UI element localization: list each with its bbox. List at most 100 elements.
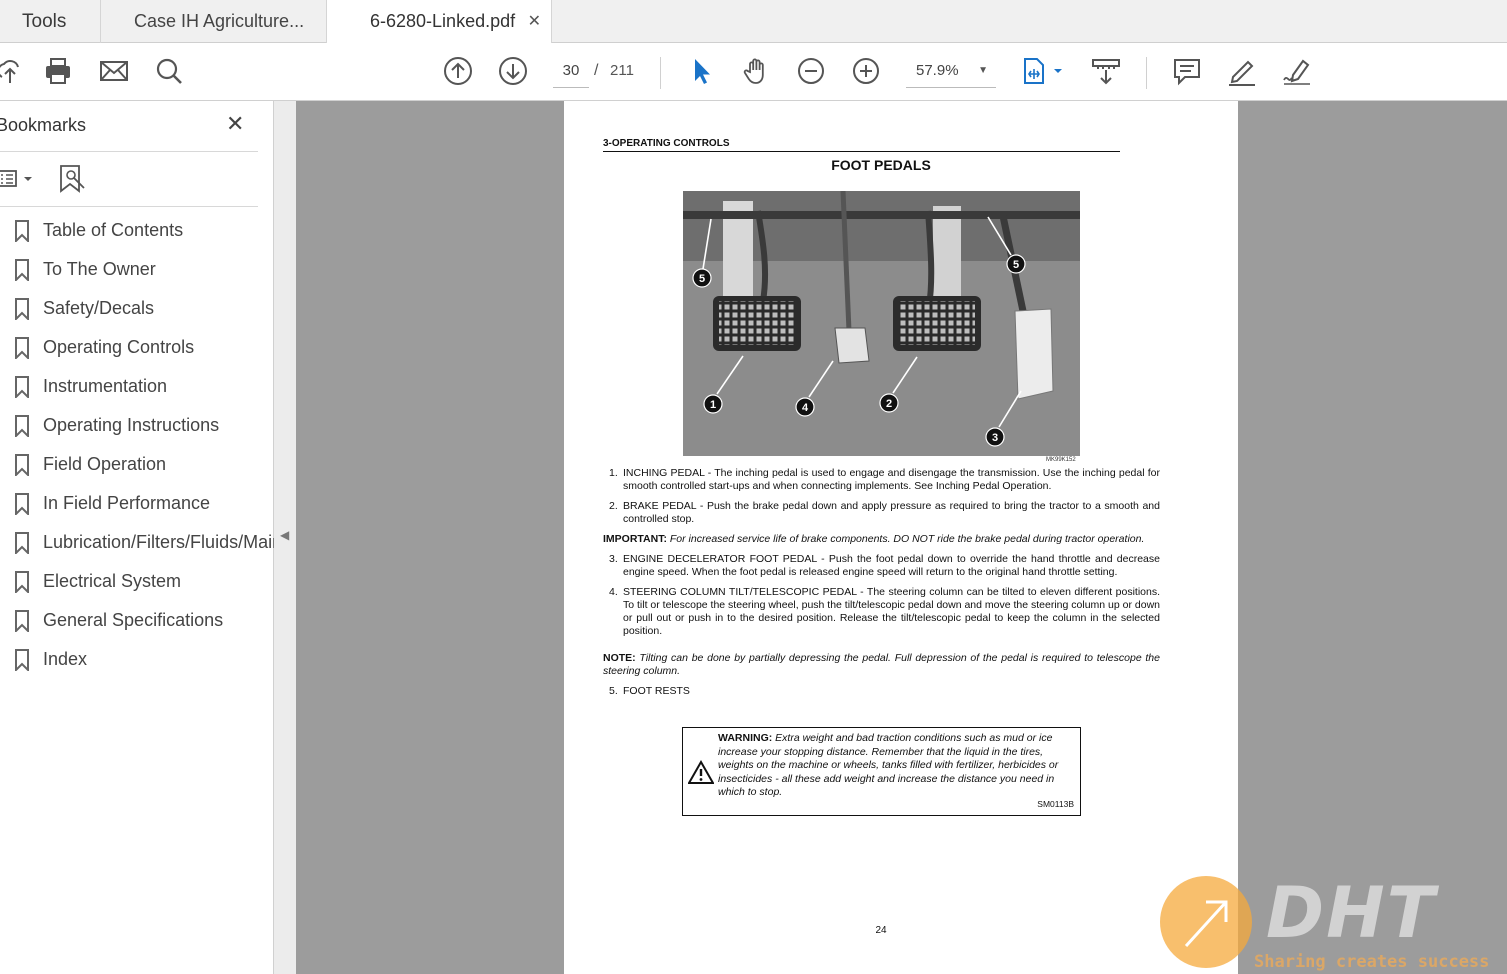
item-number: 2.	[609, 500, 618, 512]
bookmark-icon	[14, 649, 30, 673]
hand-tool-icon[interactable]	[740, 55, 772, 87]
bookmark-icon	[14, 337, 30, 361]
callout-4: 4	[802, 402, 809, 414]
callout-2: 2	[886, 398, 892, 410]
scroll-mode-icon[interactable]	[1090, 55, 1122, 87]
item-text: FOOT RESTS	[623, 685, 690, 697]
zoom-in-icon[interactable]	[850, 55, 882, 87]
important-text: For increased service life of brake comp…	[669, 533, 1145, 545]
warning-box: WARNING: Extra weight and bad traction c…	[682, 727, 1081, 816]
watermark-logo-text: DHT	[1266, 872, 1437, 954]
list-item: 5. FOOT RESTS	[603, 685, 1160, 698]
sign-icon[interactable]	[1281, 55, 1313, 87]
list-item: 4. STEERING COLUMN TILT/TELESCOPIC PEDAL…	[603, 586, 1160, 638]
bookmark-label: Electrical System	[43, 571, 182, 591]
bookmark-item[interactable]: General Specifications	[0, 606, 274, 645]
page-separator: /	[594, 62, 599, 79]
pdf-page: 3-OPERATING CONTROLS FOOT PEDALS 1 2 3 4…	[564, 101, 1238, 974]
bookmark-icon	[14, 259, 30, 283]
photo-code: MK99K152	[1046, 457, 1076, 463]
next-page-icon[interactable]	[497, 55, 529, 87]
comment-icon[interactable]	[1171, 55, 1203, 87]
collapse-panel-icon[interactable]: ◀	[280, 528, 289, 542]
email-icon[interactable]	[98, 55, 130, 87]
foot-pedals-photo: 1 2 3 4 5 5	[683, 191, 1080, 456]
zoom-out-icon[interactable]	[795, 55, 827, 87]
page-total: 211	[610, 62, 634, 79]
bookmarks-panel: Bookmarks ✕ Table of Contents To The Owne…	[0, 101, 346, 974]
bookmark-icon	[14, 415, 30, 439]
bookmark-item[interactable]: To The Owner	[0, 255, 274, 294]
bookmark-icon	[14, 610, 30, 634]
bookmark-item[interactable]: In Field Performance	[0, 489, 274, 528]
tab-bar: Tools Case IH Agriculture... 6-6280-Link…	[0, 0, 1507, 44]
callout-5a: 5	[699, 273, 705, 285]
select-cursor-icon[interactable]	[686, 55, 718, 87]
bookmark-icon	[14, 298, 30, 322]
item-text: STEERING COLUMN TILT/TELESCOPIC PEDAL - …	[623, 586, 1160, 637]
page-footer-number: 24	[875, 925, 887, 936]
zoom-level-dropdown[interactable]: 57.9% ▼	[906, 56, 996, 88]
callout-1: 1	[710, 399, 716, 411]
highlight-pen-icon[interactable]	[1226, 55, 1258, 87]
warning-label: WARNING:	[718, 732, 773, 744]
pdf-reader-app: Tools Case IH Agriculture... 6-6280-Link…	[0, 0, 1507, 974]
zoom-level-value: 57.9%	[916, 62, 959, 79]
panel-divider	[0, 151, 258, 152]
bookmark-options-icon[interactable]	[0, 165, 38, 193]
item-number: 1.	[609, 467, 618, 479]
close-panel-icon[interactable]: ✕	[226, 111, 244, 137]
bookmark-icon	[14, 376, 30, 400]
bookmark-label: Field Operation	[43, 454, 167, 474]
list-item: 1. INCHING PEDAL - The inching pedal is …	[603, 467, 1160, 493]
pedal-descriptions-1: 1. INCHING PEDAL - The inching pedal is …	[603, 467, 1160, 698]
bookmark-label: Safety/Decals	[43, 298, 155, 318]
note: NOTE: Tilting can be done by partially d…	[603, 652, 1160, 678]
upload-icon[interactable]	[0, 55, 26, 87]
bookmark-icon	[14, 493, 30, 517]
bookmark-item[interactable]: Electrical System	[0, 567, 274, 606]
bookmark-item[interactable]: Operating Controls	[0, 333, 274, 372]
bookmark-label: Index	[43, 649, 88, 669]
item-text: INCHING PEDAL - The inching pedal is use…	[623, 467, 1160, 492]
watermark-tagline: Sharing creates success	[1254, 952, 1490, 972]
tab-tools[interactable]: Tools	[0, 0, 101, 43]
tab-doc1-label: Case IH Agriculture...	[134, 11, 305, 31]
previous-page-icon[interactable]	[442, 55, 474, 87]
tab-document-active[interactable]: 6-6280-Linked.pdf ✕	[327, 0, 552, 44]
bookmark-label: Instrumentation	[43, 376, 168, 396]
bookmark-item[interactable]: Operating Instructions	[0, 411, 274, 450]
bookmark-item[interactable]: Lubrication/Filters/Fluids/Maintenance	[0, 528, 346, 567]
find-bookmark-icon[interactable]	[57, 163, 87, 195]
item-number: 5.	[609, 685, 618, 697]
bookmark-label: Operating Instructions	[43, 415, 220, 435]
note-text: Tilting can be done by partially depress…	[603, 652, 1160, 677]
section-header: 3-OPERATING CONTROLS	[603, 138, 1120, 152]
important-label: IMPORTANT:	[603, 533, 667, 545]
print-icon[interactable]	[42, 55, 74, 87]
bookmarks-panel-title: Bookmarks	[0, 115, 87, 135]
warning-code: SM0113B	[1037, 799, 1074, 809]
bookmark-item[interactable]: Table of Contents	[0, 216, 274, 255]
bookmark-item[interactable]: Field Operation	[0, 450, 274, 489]
bookmark-label: Operating Controls	[43, 337, 195, 357]
toolbar-divider	[1146, 57, 1147, 89]
list-item: 3. ENGINE DECELERATOR FOOT PEDAL - Push …	[603, 553, 1160, 579]
panel-divider	[0, 206, 258, 207]
page-number-input[interactable]: 30	[553, 56, 589, 88]
bookmark-icon	[14, 220, 30, 244]
document-viewer[interactable]: 3-OPERATING CONTROLS FOOT PEDALS 1 2 3 4…	[296, 101, 1507, 974]
close-tab-icon[interactable]: ✕	[528, 0, 541, 43]
bookmark-item[interactable]: Index	[0, 645, 274, 684]
item-text: ENGINE DECELERATOR FOOT PEDAL - Push the…	[623, 553, 1160, 578]
bookmark-icon	[14, 571, 30, 595]
important-note: IMPORTANT: For increased service life of…	[603, 533, 1160, 546]
tab-document-case-ih[interactable]: Case IH Agriculture...	[101, 0, 327, 43]
callout-3: 3	[992, 432, 998, 444]
warning-icon	[687, 759, 715, 784]
toolbar: 30 / 211 57.9% ▼	[0, 43, 1507, 101]
bookmark-item[interactable]: Instrumentation	[0, 372, 274, 411]
fit-page-icon[interactable]	[1020, 55, 1068, 87]
bookmark-item[interactable]: Safety/Decals	[0, 294, 274, 333]
search-icon[interactable]	[153, 55, 185, 87]
